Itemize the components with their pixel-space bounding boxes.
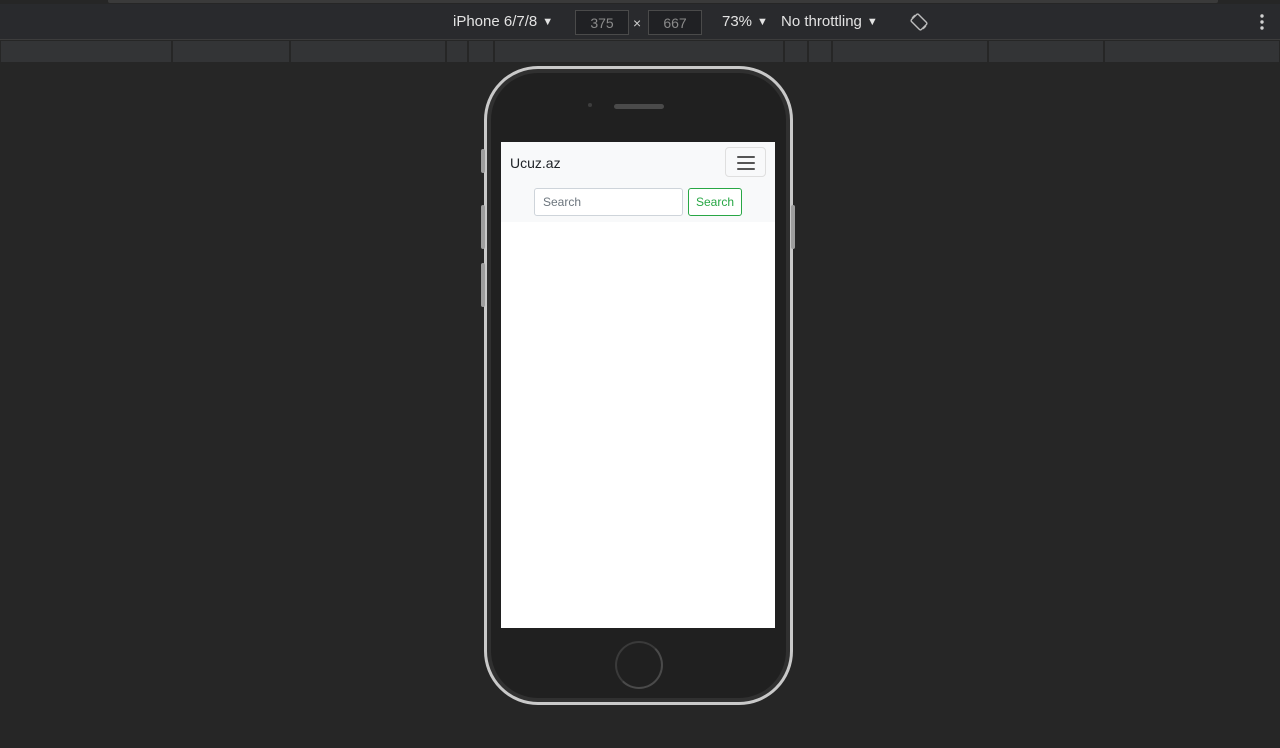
media-query-bar bbox=[0, 41, 1280, 62]
volume-up-button bbox=[481, 205, 485, 249]
mute-switch bbox=[481, 149, 485, 173]
power-button bbox=[791, 205, 795, 249]
media-query-segment[interactable] bbox=[0, 41, 172, 62]
dimension-separator: × bbox=[633, 15, 642, 31]
navbar-toggler-button[interactable] bbox=[725, 147, 766, 177]
earpiece-speaker bbox=[614, 104, 664, 109]
throttling-select-label: No throttling bbox=[781, 13, 862, 30]
throttling-select[interactable]: No throttling ▼ bbox=[781, 4, 878, 40]
media-query-segment[interactable] bbox=[446, 41, 468, 62]
emulated-viewport: Ucuz.az Search bbox=[501, 142, 775, 628]
search-button[interactable]: Search bbox=[688, 188, 742, 216]
zoom-select[interactable]: 73% ▼ bbox=[722, 4, 768, 40]
caret-down-icon: ▼ bbox=[542, 16, 554, 28]
horizontal-scrollbar-thumb[interactable] bbox=[108, 0, 1218, 3]
brand-link[interactable]: Ucuz.az bbox=[510, 153, 561, 173]
media-query-segment[interactable] bbox=[832, 41, 988, 62]
device-select-label: iPhone 6/7/8 bbox=[453, 13, 538, 30]
media-query-segment[interactable] bbox=[784, 41, 808, 62]
navbar: Ucuz.az Search bbox=[501, 142, 775, 222]
media-query-segment[interactable] bbox=[290, 41, 446, 62]
width-input[interactable] bbox=[575, 10, 629, 35]
more-vertical-icon bbox=[1260, 14, 1264, 30]
media-query-segment[interactable] bbox=[1104, 41, 1280, 62]
device-toolbar: iPhone 6/7/8 ▼ × 73% ▼ No throttling ▼ bbox=[0, 4, 1280, 40]
media-query-segment[interactable] bbox=[988, 41, 1104, 62]
rotate-icon bbox=[910, 13, 928, 31]
more-options-button[interactable] bbox=[1252, 12, 1272, 32]
rotate-button[interactable] bbox=[909, 12, 929, 32]
media-query-segment[interactable] bbox=[494, 41, 784, 62]
height-input[interactable] bbox=[648, 10, 702, 35]
caret-down-icon: ▼ bbox=[757, 16, 768, 28]
device-select[interactable]: iPhone 6/7/8 ▼ bbox=[453, 4, 553, 40]
media-query-segment[interactable] bbox=[172, 41, 290, 62]
home-button[interactable] bbox=[615, 641, 663, 689]
front-camera bbox=[588, 103, 592, 107]
volume-down-button bbox=[481, 263, 485, 307]
caret-down-icon: ▼ bbox=[866, 16, 878, 28]
media-query-segment[interactable] bbox=[808, 41, 832, 62]
zoom-select-label: 73% bbox=[722, 13, 753, 30]
media-query-segment[interactable] bbox=[468, 41, 494, 62]
search-input[interactable] bbox=[534, 188, 683, 216]
